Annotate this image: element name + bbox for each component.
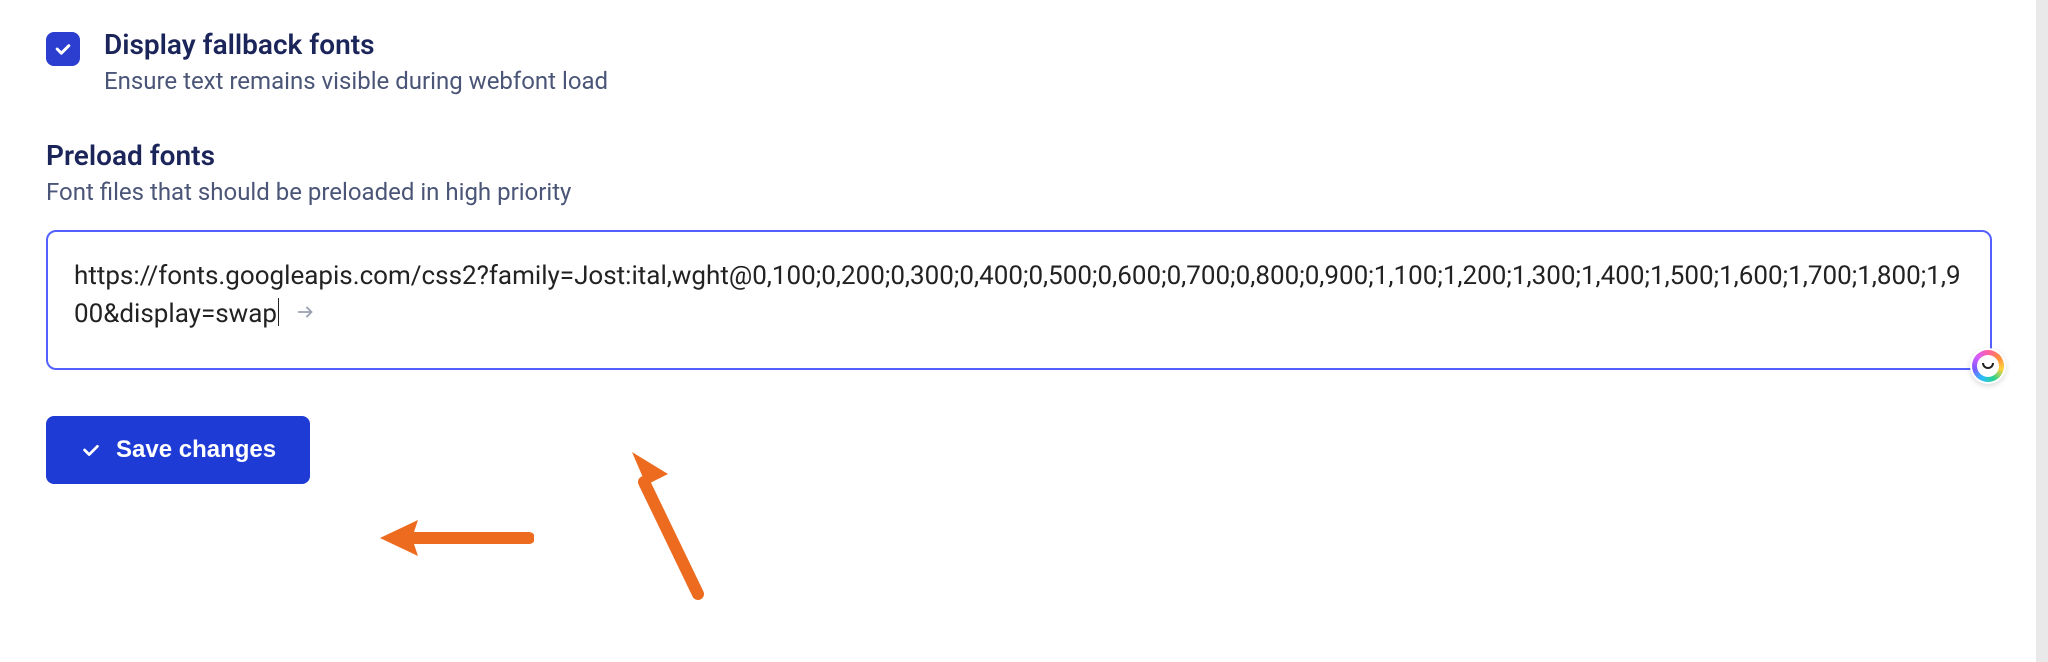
arrow-right-icon (295, 297, 317, 335)
assistant-fab-ring-icon (1972, 350, 2004, 382)
assistant-fab[interactable] (1970, 348, 2006, 384)
text-cursor (278, 298, 279, 326)
display-fallback-fonts-title: Display fallback fonts (104, 28, 608, 61)
preload-fonts-description: Font files that should be preloaded in h… (46, 178, 2002, 206)
annotation-arrow-left-icon (374, 510, 534, 566)
save-changes-button[interactable]: Save changes (46, 416, 310, 484)
preload-fonts-input-wrap: https://fonts.googleapis.com/css2?family… (46, 230, 1992, 370)
display-fallback-fonts-option: Display fallback fonts Ensure text remai… (46, 28, 2002, 95)
save-changes-label: Save changes (116, 436, 276, 464)
check-icon (53, 39, 73, 59)
display-fallback-fonts-text: Display fallback fonts Ensure text remai… (104, 28, 608, 95)
annotation-arrow-up-icon (608, 444, 728, 604)
display-fallback-fonts-checkbox[interactable] (46, 32, 80, 66)
check-icon (80, 439, 102, 461)
smile-icon (1982, 363, 1994, 369)
preload-fonts-title: Preload fonts (46, 139, 2002, 172)
right-scrollbar-track (2036, 0, 2048, 662)
preload-fonts-value: https://fonts.googleapis.com/css2?family… (74, 261, 1961, 329)
display-fallback-fonts-description: Ensure text remains visible during webfo… (104, 67, 608, 95)
preload-fonts-input[interactable]: https://fonts.googleapis.com/css2?family… (46, 230, 1992, 370)
